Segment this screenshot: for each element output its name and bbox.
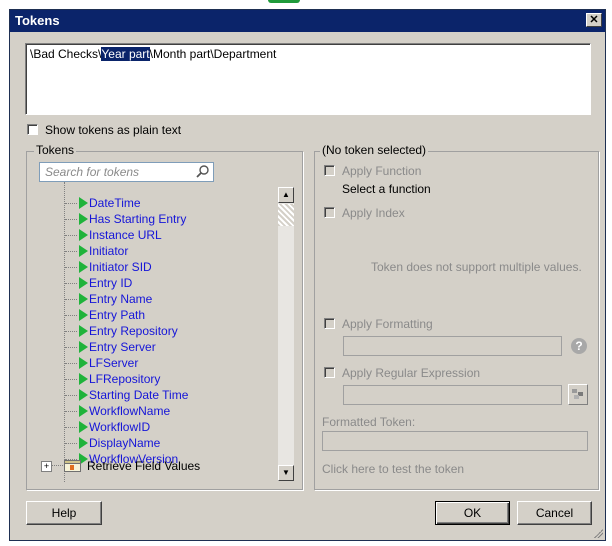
token-item[interactable]: DisplayName	[89, 435, 160, 451]
tree-connector	[65, 443, 77, 444]
cancel-button[interactable]: Cancel	[517, 501, 592, 525]
token-item[interactable]: DateTime	[89, 195, 141, 211]
apply-function-checkbox[interactable]	[324, 165, 335, 176]
formatting-input[interactable]	[343, 336, 562, 356]
tree-connector	[65, 379, 77, 380]
token-play-icon	[79, 341, 88, 353]
ok-button[interactable]: OK	[435, 501, 510, 525]
tree-connector	[65, 411, 77, 412]
token-play-icon	[79, 261, 88, 273]
token-play-icon	[79, 405, 88, 417]
apply-index-checkbox[interactable]	[324, 207, 335, 218]
search-placeholder: Search for tokens	[45, 165, 140, 179]
expand-icon[interactable]: +	[41, 461, 52, 472]
token-item[interactable]: Starting Date Time	[89, 387, 188, 403]
token-item[interactable]: LFServer	[89, 355, 138, 371]
formatted-token-field	[322, 431, 588, 451]
regex-input[interactable]	[343, 385, 562, 405]
apply-function-label: Apply Function	[342, 164, 422, 178]
help-button[interactable]: Help	[26, 501, 102, 525]
retrieve-field-values-node[interactable]: Retrieve Field Values	[87, 458, 200, 474]
path-suffix: \Month part\Department	[149, 47, 277, 61]
path-prefix: \Bad Checks\	[30, 47, 102, 61]
tree-connector	[65, 251, 77, 252]
scroll-down-button[interactable]: ▼	[278, 465, 294, 481]
multi-value-note: Token does not support multiple values.	[371, 260, 582, 274]
tree-connector	[65, 219, 77, 220]
tree-connector	[65, 235, 77, 236]
help-question-icon[interactable]: ?	[571, 338, 587, 354]
regex-builder-icon	[572, 389, 583, 399]
token-tree: DateTime Has Starting Entry Instance URL In…	[35, 182, 295, 482]
tree-connector	[65, 283, 77, 284]
tree-connector	[65, 347, 77, 348]
scroll-up-button[interactable]: ▲	[278, 187, 294, 203]
tree-connector	[65, 315, 77, 316]
tree-scrollbar[interactable]: ▲ ▼	[278, 187, 294, 481]
token-item[interactable]: Initiator	[89, 243, 128, 259]
token-item[interactable]: Entry Path	[89, 307, 145, 323]
scroll-thumb[interactable]	[278, 204, 294, 226]
token-play-icon	[79, 309, 88, 321]
regex-builder-button[interactable]	[568, 384, 588, 405]
token-path-editor[interactable]: \Bad Checks\Year part\Month part\Departm…	[25, 43, 591, 115]
dialog-title: Tokens	[15, 13, 60, 28]
token-play-icon	[79, 245, 88, 257]
token-play-icon	[79, 357, 88, 369]
tree-connector	[65, 331, 77, 332]
token-play-icon	[79, 213, 88, 225]
token-item[interactable]: Has Starting Entry	[89, 211, 186, 227]
tree-connector	[65, 427, 77, 428]
tree-connector	[65, 267, 77, 268]
tokens-dialog: Tokens ✕ \Bad Checks\Year part\Month par…	[9, 9, 606, 541]
formatted-token-label: Formatted Token:	[322, 415, 416, 429]
tree-connector	[65, 203, 77, 204]
token-item[interactable]: Entry Repository	[89, 323, 178, 339]
token-item[interactable]: LFRepository	[89, 371, 160, 387]
search-icon[interactable]	[196, 165, 209, 178]
token-play-icon	[79, 325, 88, 337]
tree-connector	[65, 299, 77, 300]
token-item[interactable]: Entry Server	[89, 339, 156, 355]
close-icon: ✕	[589, 14, 599, 26]
token-play-icon	[79, 229, 88, 241]
tree-connector	[51, 465, 63, 466]
selected-token[interactable]: Year part	[101, 47, 150, 61]
token-item[interactable]: WorkflowID	[89, 419, 150, 435]
select-function-text: Select a function	[342, 182, 431, 196]
token-play-icon	[79, 421, 88, 433]
taskbar-indicator	[268, 0, 300, 3]
token-play-icon	[79, 293, 88, 305]
tree-guide-line	[64, 182, 65, 482]
plain-text-label: Show tokens as plain text	[45, 123, 182, 137]
apply-regex-label: Apply Regular Expression	[342, 366, 481, 380]
test-token-link[interactable]: Click here to test the token	[322, 462, 464, 476]
token-play-icon	[79, 277, 88, 289]
apply-regex-checkbox[interactable]	[324, 367, 335, 378]
token-item[interactable]: WorkflowName	[89, 403, 170, 419]
token-play-icon	[79, 437, 88, 449]
token-play-icon	[79, 373, 88, 385]
details-legend: (No token selected)	[320, 143, 429, 157]
apply-formatting-checkbox[interactable]	[324, 318, 335, 329]
apply-index-label: Apply Index	[342, 206, 405, 220]
resize-grip[interactable]	[593, 528, 603, 538]
token-item[interactable]: Entry ID	[89, 275, 132, 291]
token-play-icon	[79, 197, 88, 209]
close-button[interactable]: ✕	[586, 13, 602, 27]
token-item[interactable]: Instance URL	[89, 227, 162, 243]
apply-formatting-label: Apply Formatting	[342, 317, 433, 331]
title-bar: Tokens	[10, 10, 605, 32]
tree-connector	[65, 395, 77, 396]
token-play-icon	[79, 389, 88, 401]
tokens-legend: Tokens	[34, 143, 77, 157]
token-item[interactable]: Entry Name	[89, 291, 152, 307]
field-group-icon	[64, 460, 81, 472]
tree-connector	[65, 363, 77, 364]
token-item[interactable]: Initiator SID	[89, 259, 152, 275]
plain-text-checkbox[interactable]	[27, 124, 38, 135]
search-input[interactable]: Search for tokens	[39, 162, 214, 182]
